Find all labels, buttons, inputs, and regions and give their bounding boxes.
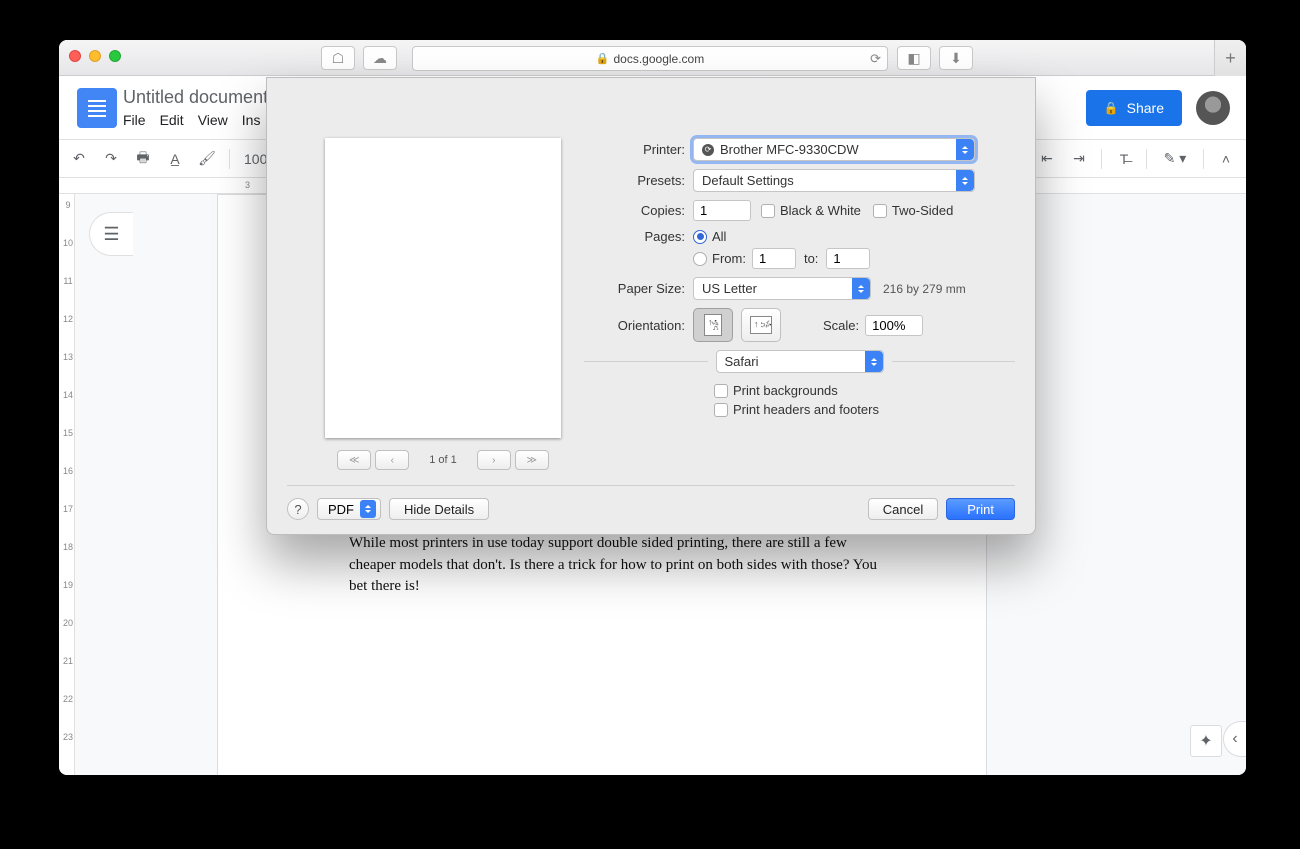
document-title[interactable]: Untitled document (123, 87, 268, 108)
bw-label: Black & White (780, 203, 861, 218)
titlebar-button-1[interactable]: ☖ (321, 46, 355, 70)
safari-window: ☖ ☁︎ 🔒 docs.google.com ⟳ ◧ ⬇︎ + Untitled… (59, 40, 1246, 775)
minimize-window-button[interactable] (89, 50, 101, 62)
dialog-footer: ? PDF Hide Details Cancel Print (287, 498, 1015, 520)
printer-status-icon: ⟳ (702, 144, 714, 156)
share-label: Share (1127, 100, 1164, 116)
print-dialog: ≪ ‹ 1 of 1 › ≫ Printer: ⟳ Brother MFC-93… (266, 77, 1036, 535)
app-section-select[interactable]: Safari (716, 350, 884, 373)
pages-all-label: All (712, 229, 726, 244)
papersize-select[interactable]: US Letter (693, 277, 871, 300)
page-indicator: 1 of 1 (429, 454, 457, 466)
vertical-ruler: 9 10 11 12 13 14 15 16 17 18 19 20 21 22… (59, 194, 75, 775)
print-options: Printer: ⟳ Brother MFC-9330CDW Presets: … (584, 138, 1015, 425)
chevron-updown-icon (956, 139, 974, 160)
pages-from-label: From: (712, 251, 746, 266)
menu-insert[interactable]: Ins (242, 112, 261, 128)
paint-format-button[interactable]: 🖌 (193, 145, 221, 173)
twosided-checkbox[interactable] (873, 204, 887, 218)
menu-view[interactable]: View (198, 112, 228, 128)
copies-label: Copies: (584, 203, 693, 218)
print-backgrounds-checkbox[interactable] (714, 384, 728, 398)
chevron-updown-icon (956, 170, 974, 191)
reader-button[interactable]: ◧ (897, 46, 931, 70)
print-headers-label: Print headers and footers (733, 402, 879, 417)
explore-button[interactable]: ✦ (1190, 725, 1222, 757)
presets-select[interactable]: Default Settings (693, 169, 975, 192)
spellcheck-button[interactable]: A̲ (161, 145, 189, 173)
presets-label: Presets: (584, 173, 693, 188)
indent-decrease-button[interactable]: ⇤ (1033, 145, 1061, 173)
collapse-toolbar-button[interactable]: ˄ (1212, 145, 1240, 173)
close-window-button[interactable] (69, 50, 81, 62)
indent-increase-button[interactable]: ⇥ (1065, 145, 1093, 173)
pages-range-radio[interactable] (693, 252, 707, 266)
editing-mode-button[interactable]: ✎ ▾ (1155, 145, 1195, 173)
docs-menu-bar: File Edit View Ins (123, 112, 268, 128)
redo-button[interactable]: ↷ (97, 145, 125, 173)
bw-checkbox[interactable] (761, 204, 775, 218)
lock-icon: 🔒 (596, 52, 610, 65)
url-text: docs.google.com (613, 52, 704, 66)
prev-page-button[interactable]: ‹ (375, 450, 409, 470)
new-tab-button[interactable]: + (1214, 40, 1246, 76)
chevron-updown-icon (852, 278, 870, 299)
preview-pager: ≪ ‹ 1 of 1 › ≫ (325, 448, 561, 472)
pages-to-input[interactable] (826, 248, 870, 269)
lock-icon: 🔒 (1104, 101, 1119, 115)
chevron-updown-icon (360, 500, 376, 518)
browser-titlebar: ☖ ☁︎ 🔒 docs.google.com ⟳ ◧ ⬇︎ + (59, 40, 1246, 76)
orientation-landscape-button[interactable]: ↑𓀟 (741, 308, 781, 342)
first-page-button[interactable]: ≪ (337, 450, 371, 470)
last-page-button[interactable]: ≫ (515, 450, 549, 470)
window-controls (69, 50, 121, 62)
help-button[interactable]: ? (287, 498, 309, 520)
menu-file[interactable]: File (123, 112, 146, 128)
menu-edit[interactable]: Edit (160, 112, 184, 128)
undo-button[interactable]: ↶ (65, 145, 93, 173)
pages-from-input[interactable] (752, 248, 796, 269)
next-page-button[interactable]: › (477, 450, 511, 470)
pdf-menu[interactable]: PDF (317, 498, 381, 520)
scale-input[interactable] (865, 315, 923, 336)
outline-toggle-button[interactable]: ☰ (89, 212, 133, 256)
pages-to-label: to: (804, 251, 818, 266)
paper-dims: 216 by 279 mm (883, 282, 966, 296)
icloud-tabs-button[interactable]: ☁︎ (363, 46, 397, 70)
print-preview (325, 138, 561, 438)
hide-details-button[interactable]: Hide Details (389, 498, 489, 520)
printer-select[interactable]: ⟳ Brother MFC-9330CDW (693, 138, 975, 161)
twosided-label: Two-Sided (892, 203, 953, 218)
pages-all-radio[interactable] (693, 230, 707, 244)
papersize-label: Paper Size: (584, 281, 693, 296)
orientation-portrait-button[interactable]: ↑𓀟 (693, 308, 733, 342)
print-headers-checkbox[interactable] (714, 403, 728, 417)
zoom-window-button[interactable] (109, 50, 121, 62)
printer-label: Printer: (584, 142, 693, 157)
account-avatar[interactable] (1196, 91, 1230, 125)
print-backgrounds-label: Print backgrounds (733, 383, 838, 398)
orientation-label: Orientation: (584, 318, 693, 333)
print-button[interactable]: 🖶 (129, 145, 157, 173)
share-button[interactable]: 🔒 Share (1086, 90, 1182, 126)
copies-input[interactable] (693, 200, 751, 221)
print-button[interactable]: Print (946, 498, 1015, 520)
side-panel-toggle[interactable]: ‹ (1223, 721, 1246, 757)
cancel-button[interactable]: Cancel (868, 498, 938, 520)
pages-label: Pages: (584, 229, 693, 244)
scale-label: Scale: (823, 318, 859, 333)
downloads-button[interactable]: ⬇︎ (939, 46, 973, 70)
url-field[interactable]: 🔒 docs.google.com ⟳ (412, 46, 888, 71)
reload-icon[interactable]: ⟳ (870, 51, 881, 67)
chevron-updown-icon (865, 351, 883, 372)
docs-logo-icon[interactable] (77, 88, 117, 128)
clear-format-button[interactable]: T̶ (1110, 145, 1138, 173)
